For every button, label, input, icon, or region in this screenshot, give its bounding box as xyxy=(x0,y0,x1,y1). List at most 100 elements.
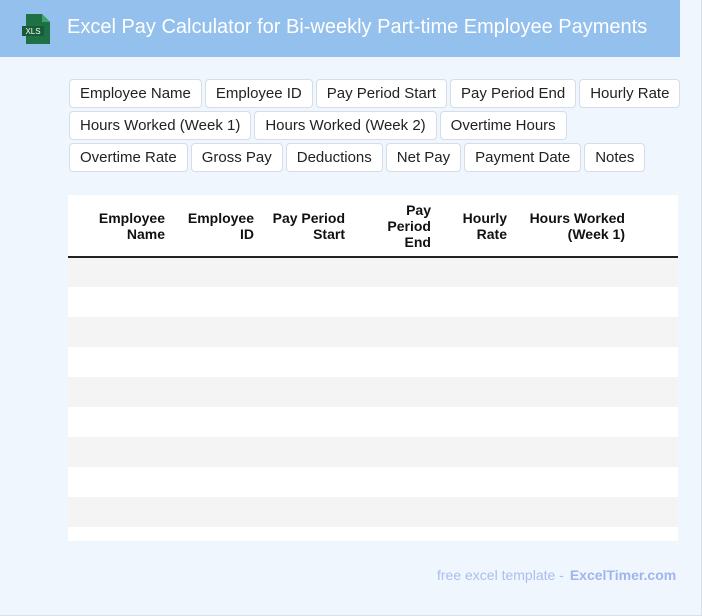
table-cell[interactable] xyxy=(632,527,678,541)
table-cell[interactable] xyxy=(68,437,172,467)
table-cell[interactable] xyxy=(514,287,632,317)
table-cell[interactable] xyxy=(68,527,172,541)
column-header-line: Rate xyxy=(476,226,507,242)
table-cell[interactable] xyxy=(352,407,438,437)
table-cell[interactable] xyxy=(172,377,261,407)
table-cell[interactable] xyxy=(514,467,632,497)
table-cell[interactable] xyxy=(514,497,632,527)
page-title: Excel Pay Calculator for Bi-weekly Part-… xyxy=(67,16,648,38)
table-cell[interactable] xyxy=(632,257,678,287)
table-cell[interactable] xyxy=(632,317,678,347)
table-cell[interactable] xyxy=(261,527,352,541)
table-cell[interactable] xyxy=(68,287,172,317)
table-cell[interactable] xyxy=(514,437,632,467)
table-cell[interactable] xyxy=(261,407,352,437)
column-header: Employee ID xyxy=(172,195,261,258)
table-cell[interactable] xyxy=(514,257,632,287)
column-header: Employee Name xyxy=(68,195,172,258)
column-chip[interactable]: Notes xyxy=(584,143,646,172)
table-cell[interactable] xyxy=(632,377,678,407)
table-cell[interactable] xyxy=(514,347,632,377)
table-cell[interactable] xyxy=(261,347,352,377)
table-cell[interactable] xyxy=(261,497,352,527)
table-row xyxy=(68,467,678,497)
table-cell[interactable] xyxy=(352,527,438,541)
table-cell[interactable] xyxy=(68,407,172,437)
table-cell[interactable] xyxy=(352,497,438,527)
brand-link[interactable]: ExcelTimer.com xyxy=(570,567,676,583)
column-chip[interactable]: Employee Name xyxy=(69,79,202,108)
table-cell[interactable] xyxy=(261,437,352,467)
column-chip[interactable]: Pay Period Start xyxy=(315,79,447,108)
table-cell[interactable] xyxy=(352,347,438,377)
table-cell[interactable] xyxy=(68,497,172,527)
table-cell[interactable] xyxy=(261,377,352,407)
column-chip[interactable]: Overtime Rate xyxy=(69,143,188,172)
column-header-line: Pay Period xyxy=(272,210,345,226)
column-header-line: End xyxy=(404,234,431,250)
column-header-line: Hours Worked xyxy=(529,210,625,226)
table-cell[interactable] xyxy=(172,467,261,497)
table-cell[interactable] xyxy=(632,287,678,317)
table-cell[interactable] xyxy=(632,347,678,377)
column-chip[interactable]: Net Pay xyxy=(385,143,462,172)
table-cell[interactable] xyxy=(261,287,352,317)
table-cell[interactable] xyxy=(352,317,438,347)
table-cell[interactable] xyxy=(632,437,678,467)
column-chip[interactable]: Hourly Rate xyxy=(579,79,681,108)
table-cell[interactable] xyxy=(172,407,261,437)
table-cell[interactable] xyxy=(172,347,261,377)
column-header: Pay Period End xyxy=(352,195,438,258)
table-cell[interactable] xyxy=(438,257,514,287)
column-chip[interactable]: Hours Worked (Week 1) xyxy=(69,111,252,140)
table-cell[interactable] xyxy=(68,317,172,347)
table-cell[interactable] xyxy=(514,407,632,437)
table-cell[interactable] xyxy=(352,287,438,317)
table-cell[interactable] xyxy=(352,467,438,497)
table-cell[interactable] xyxy=(261,467,352,497)
table-cell[interactable] xyxy=(438,377,514,407)
column-chip[interactable]: Overtime Hours xyxy=(439,111,567,140)
column-chip[interactable]: Payment Date xyxy=(464,143,582,172)
table-cell[interactable] xyxy=(352,437,438,467)
table-cell[interactable] xyxy=(352,377,438,407)
table-cell[interactable] xyxy=(68,257,172,287)
table-cell[interactable] xyxy=(68,467,172,497)
excel-file-icon: XLS xyxy=(22,14,50,44)
table-cell[interactable] xyxy=(438,467,514,497)
column-header-line: Hourly xyxy=(462,210,507,226)
table-row xyxy=(68,407,678,437)
table-cell[interactable] xyxy=(438,347,514,377)
table-cell[interactable] xyxy=(261,317,352,347)
column-chip[interactable]: Pay Period End xyxy=(449,79,577,108)
table-cell[interactable] xyxy=(632,497,678,527)
table-cell[interactable] xyxy=(438,287,514,317)
table-cell[interactable] xyxy=(172,287,261,317)
table-cell[interactable] xyxy=(438,317,514,347)
table-cell[interactable] xyxy=(514,377,632,407)
column-chip[interactable]: Hours Worked (Week 2) xyxy=(254,111,437,140)
column-chip[interactable]: Gross Pay xyxy=(190,143,283,172)
column-chip[interactable]: Deductions xyxy=(285,143,383,172)
table-cell[interactable] xyxy=(438,527,514,541)
table-cell[interactable] xyxy=(172,497,261,527)
table-cell[interactable] xyxy=(172,527,261,541)
table-cell[interactable] xyxy=(632,467,678,497)
table-cell[interactable] xyxy=(438,407,514,437)
table-cell[interactable] xyxy=(352,257,438,287)
table-cell[interactable] xyxy=(172,437,261,467)
table-cell[interactable] xyxy=(172,257,261,287)
table-cell[interactable] xyxy=(172,317,261,347)
table-header-row: Employee Name Employee ID Pay Period Start Pay… xyxy=(68,195,678,258)
table-cell[interactable] xyxy=(68,347,172,377)
table-cell[interactable] xyxy=(514,317,632,347)
table-row xyxy=(68,527,678,541)
table-cell[interactable] xyxy=(438,497,514,527)
table-cell[interactable] xyxy=(68,377,172,407)
table-cell[interactable] xyxy=(632,407,678,437)
table-cell[interactable] xyxy=(514,527,632,541)
table-cell[interactable] xyxy=(438,437,514,467)
column-chip[interactable]: Employee ID xyxy=(204,79,313,108)
data-table: Employee Name Employee ID Pay Period Start Pay… xyxy=(68,195,678,541)
table-cell[interactable] xyxy=(261,257,352,287)
